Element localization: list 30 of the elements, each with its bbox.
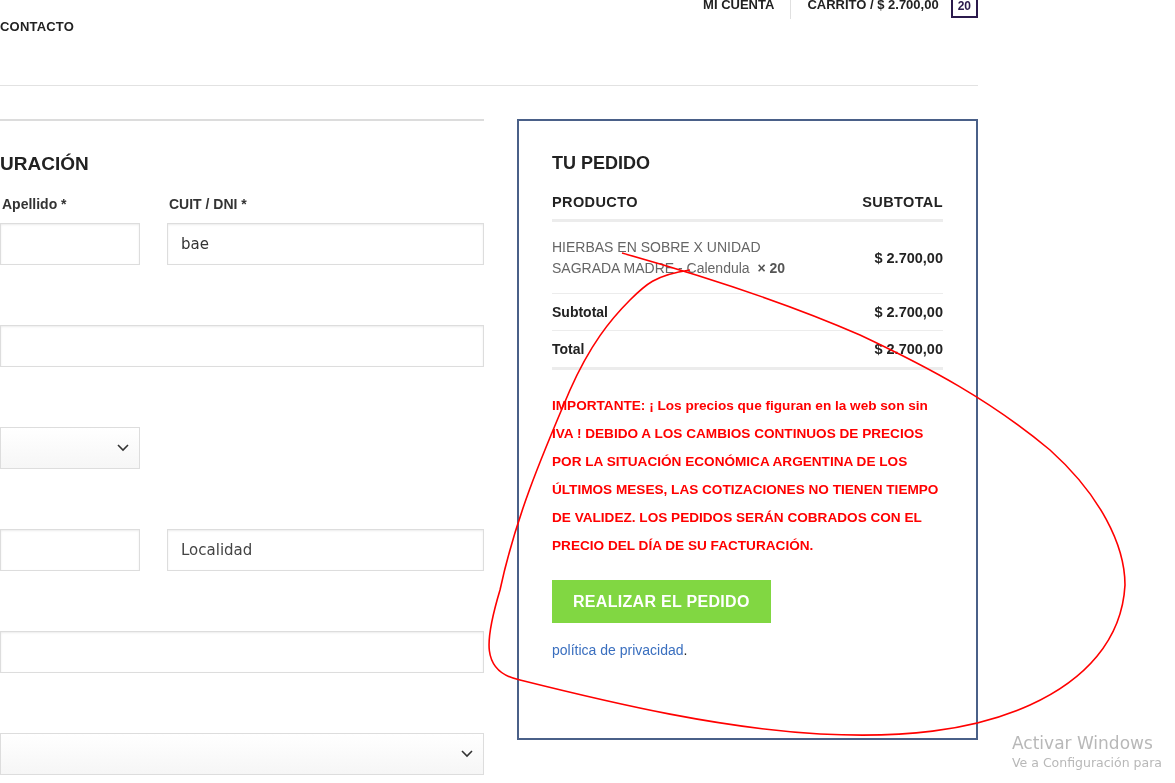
total-value: $ 2.700,00 xyxy=(874,341,943,357)
product-subtotal: $ 2.700,00 xyxy=(874,250,943,266)
privacy-link[interactable]: política de privacidad xyxy=(552,642,684,658)
section-title: URACIÓN xyxy=(0,152,90,176)
nav-link[interactable]: CONTACTO xyxy=(0,19,75,34)
select-field[interactable] xyxy=(0,733,484,775)
activation-subtitle: Ve a Configuración para xyxy=(1012,755,1162,770)
total-label: Subtotal xyxy=(552,304,608,320)
privacy-text: política de privacidad. xyxy=(552,642,689,658)
input-field[interactable] xyxy=(0,223,140,265)
input-field[interactable] xyxy=(0,529,140,571)
cart-count[interactable]: 20 xyxy=(950,0,978,18)
order-title: TU PEDIDO xyxy=(552,152,651,175)
activation-title: Activar Windows xyxy=(1012,733,1154,753)
input-field[interactable]: bae xyxy=(167,223,484,265)
chevron-down-icon xyxy=(461,750,473,758)
select-field[interactable] xyxy=(0,427,140,469)
field-label: CUIT / DNI * xyxy=(168,196,247,212)
product-name: HIERBAS EN SOBRE X UNIDAD SAGRADA MADRE - Calendula × 20 xyxy=(552,238,787,278)
column-header: SUBTOTAL xyxy=(862,194,943,210)
total-label: Total xyxy=(552,341,585,357)
account-link[interactable]: MI CUENTA xyxy=(703,0,775,12)
input-field[interactable] xyxy=(0,325,484,367)
total-value: $ 2.700,00 xyxy=(874,304,943,320)
column-header: PRODUCTO xyxy=(552,194,638,210)
input-field[interactable]: Localidad xyxy=(167,529,484,571)
chevron-down-icon xyxy=(117,444,129,452)
field-label: Apellido * xyxy=(1,196,67,212)
input-field[interactable] xyxy=(0,631,484,673)
cart-link[interactable]: CARRITO / $ 2.700,00 xyxy=(807,0,939,12)
